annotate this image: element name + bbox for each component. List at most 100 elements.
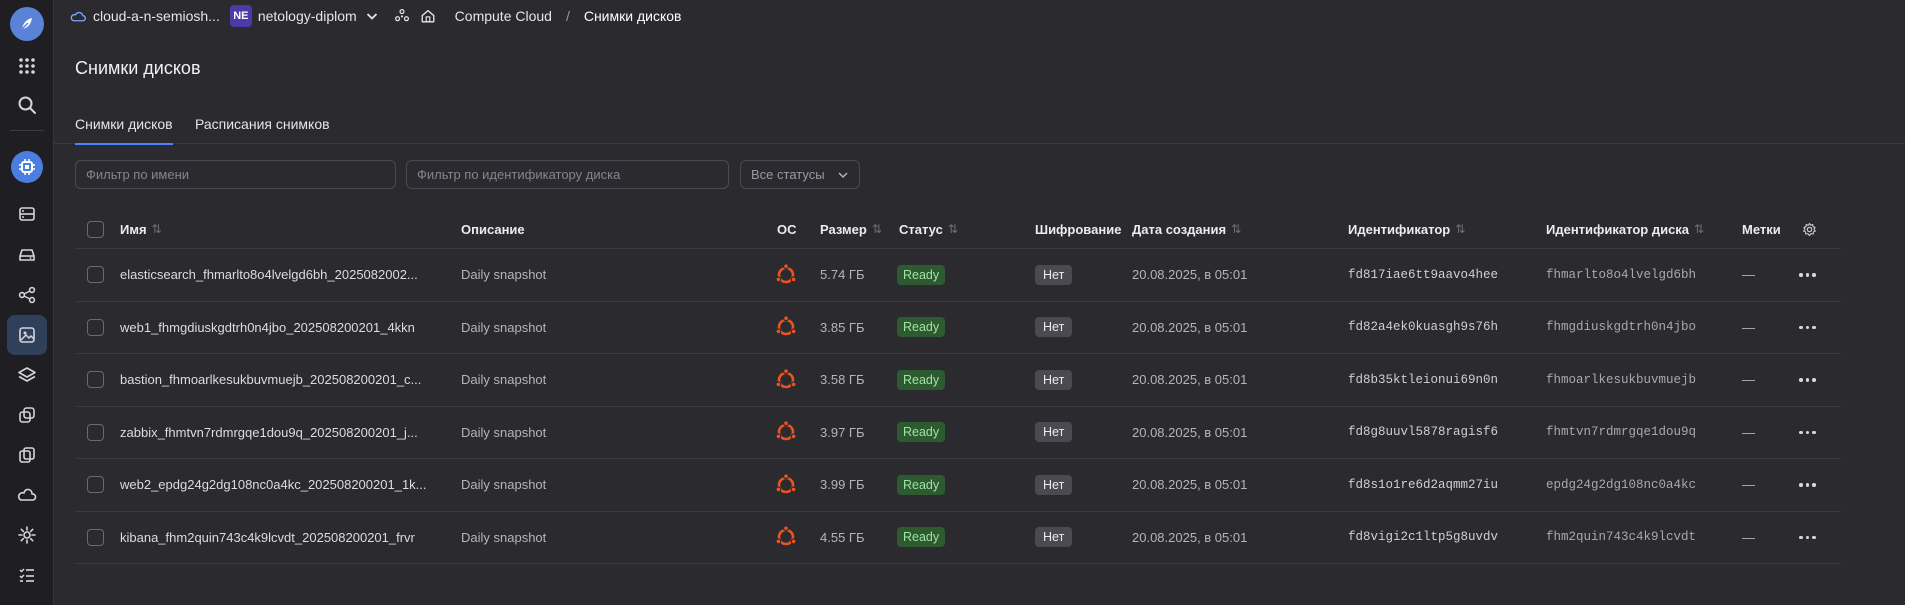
encryption-badge: Нет — [1035, 317, 1073, 338]
nav-snapshots[interactable] — [7, 315, 47, 355]
row-actions-button[interactable] — [1799, 249, 1816, 301]
snapshot-disk-id[interactable]: epdg24g2dg108nc0a4kc — [1546, 459, 1696, 511]
encryption-cell: Нет — [1035, 512, 1073, 564]
nav-file-storages[interactable] — [7, 435, 47, 475]
disk-id-filter-field[interactable] — [406, 160, 729, 189]
snapshot-id[interactable]: fd8g8uuvl5878ragisf6 — [1348, 407, 1498, 459]
row-actions-button[interactable] — [1799, 459, 1816, 511]
encryption-badge: Нет — [1035, 527, 1073, 548]
snapshot-id[interactable]: fd82a4ek0kuasgh9s76h — [1348, 302, 1498, 354]
encryption-badge: Нет — [1035, 422, 1073, 443]
table-row[interactable]: zabbix_fhmtvn7rdmrgqe1dou9q_202508200201… — [75, 407, 1841, 459]
name-filter-field[interactable] — [75, 160, 396, 189]
column-settings-button[interactable] — [1802, 210, 1817, 248]
col-disk-id[interactable]: Идентификатор диска ⇅ — [1546, 210, 1704, 248]
col-status[interactable]: Статус ⇅ — [899, 210, 958, 248]
breadcrumb-compute-cloud[interactable]: Compute Cloud — [455, 8, 552, 24]
home-logo-button[interactable] — [7, 4, 47, 44]
more-horizontal-icon — [1799, 535, 1816, 539]
snapshot-name[interactable]: web1_fhmgdiuskgdtrh0n4jbo_202508200201_4… — [120, 302, 415, 354]
snapshot-id[interactable]: fd817iae6tt9aavo4hee — [1348, 249, 1498, 301]
snapshot-disk-id[interactable]: fhmgdiuskgdtrh0n4jbo — [1546, 302, 1696, 354]
col-size[interactable]: Размер ⇅ — [820, 210, 882, 248]
snapshot-disk-id[interactable]: fhmarlto8o4lvelgd6bh — [1546, 249, 1696, 301]
col-created[interactable]: Дата создания ⇅ — [1132, 210, 1241, 248]
snapshot-name[interactable]: kibana_fhm2quin743c4k9lcvdt_202508200201… — [120, 512, 415, 564]
nav-disks[interactable] — [7, 235, 47, 275]
col-name[interactable]: Имя ⇅ — [120, 210, 162, 248]
nav-placement-groups[interactable] — [7, 275, 47, 315]
snapshot-labels: — — [1742, 267, 1755, 283]
snapshot-disk-id[interactable]: fhmtvn7rdmrgqe1dou9q — [1546, 407, 1696, 459]
row-checkbox[interactable] — [87, 528, 104, 546]
snapshot-size: 3.97 ГБ — [820, 424, 865, 440]
all-services-button[interactable] — [7, 46, 47, 86]
compute-cloud-service-button[interactable] — [7, 147, 47, 187]
row-checkbox[interactable] — [87, 318, 104, 336]
row-actions-button[interactable] — [1799, 354, 1816, 406]
status-badge: Ready — [897, 422, 946, 443]
row-checkbox[interactable] — [87, 371, 104, 389]
search-button[interactable] — [7, 85, 47, 125]
chevron-down-icon[interactable] — [365, 9, 379, 23]
status-cell: Ready — [897, 459, 946, 511]
snapshot-name[interactable]: elasticsearch_fhmarlto8o4lvelgd6bh_20250… — [120, 249, 418, 301]
nav-virtual-machines[interactable] — [7, 194, 47, 234]
table-row[interactable]: kibana_fhm2quin743c4k9lcvdt_202508200201… — [75, 512, 1841, 564]
name-filter-input[interactable] — [86, 167, 385, 182]
row-checkbox[interactable] — [87, 476, 104, 494]
snapshot-id[interactable]: fd8b35ktleionui69n0n — [1348, 354, 1498, 406]
more-horizontal-icon — [1799, 378, 1816, 382]
chevron-down-icon — [838, 172, 848, 179]
nav-images[interactable] — [7, 355, 47, 395]
table-row[interactable]: bastion_fhmoarlkesukbuvmuejb_20250820020… — [75, 354, 1841, 407]
folder-name[interactable]: netology-diplom — [258, 8, 357, 24]
col-labels-label: Метки — [1742, 221, 1781, 237]
encryption-badge: Нет — [1035, 264, 1073, 285]
snapshot-id[interactable]: fd8s1o1re6d2aqmm27iu — [1348, 459, 1498, 511]
nav-operations[interactable] — [7, 555, 47, 595]
table-row[interactable]: elasticsearch_fhmarlto8o4lvelgd6bh_20250… — [75, 249, 1841, 302]
home-button[interactable] — [419, 7, 437, 25]
status-badge: Ready — [897, 369, 946, 390]
image-icon — [19, 327, 35, 343]
snapshot-name[interactable]: web2_epdg24g2dg108nc0a4kc_202508200201_1… — [120, 459, 427, 511]
row-checkbox[interactable] — [87, 423, 104, 441]
snapshot-size: 3.99 ГБ — [820, 477, 865, 493]
col-description-label: Описание — [461, 221, 525, 237]
status-cell: Ready — [897, 407, 946, 459]
encryption-cell: Нет — [1035, 249, 1073, 301]
table-header: Имя ⇅ Описание ОС Размер ⇅ Статус ⇅ Шифр… — [75, 210, 1841, 249]
ubuntu-icon — [775, 315, 797, 336]
disk-id-filter-input[interactable] — [417, 167, 718, 182]
col-id-label: Идентификатор — [1348, 221, 1451, 237]
layers-icon — [18, 367, 36, 382]
table-row[interactable]: web2_epdg24g2dg108nc0a4kc_202508200201_1… — [75, 459, 1841, 512]
select-all-checkbox[interactable] — [87, 220, 104, 238]
cloud-selector[interactable]: cloud-a-n-semiosh... — [70, 8, 220, 25]
col-id[interactable]: Идентификатор ⇅ — [1348, 210, 1465, 248]
row-actions-button[interactable] — [1799, 512, 1816, 564]
row-actions-button[interactable] — [1799, 302, 1816, 354]
snapshot-size: 3.58 ГБ — [820, 372, 865, 388]
snapshot-name[interactable]: bastion_fhmoarlkesukbuvmuejb_20250820020… — [120, 354, 421, 406]
row-checkbox[interactable] — [87, 266, 104, 284]
snapshot-disk-id[interactable]: fhmoarlkesukbuvmuejb — [1546, 354, 1696, 406]
rail-divider — [10, 130, 44, 131]
status-select[interactable]: Все статусы — [740, 160, 860, 189]
services-map-button[interactable] — [393, 7, 411, 25]
snapshot-name[interactable]: zabbix_fhmtvn7rdmrgqe1dou9q_202508200201… — [120, 407, 418, 459]
nav-dedicated-hosts[interactable] — [7, 515, 47, 555]
tab-snapshot-schedules[interactable]: Расписания снимков — [195, 104, 330, 144]
nav-gpu-clusters[interactable] — [7, 475, 47, 515]
table-row[interactable]: web1_fhmgdiuskgdtrh0n4jbo_202508200201_4… — [75, 302, 1841, 354]
nav-instance-groups[interactable] — [7, 395, 47, 435]
snapshot-id[interactable]: fd8vigi2c1ltp5g8uvdv — [1348, 512, 1498, 564]
status-cell: Ready — [897, 302, 946, 354]
col-name-label: Имя — [120, 221, 147, 237]
sort-icon: ⇅ — [947, 222, 958, 236]
row-actions-button[interactable] — [1799, 407, 1816, 459]
row-select-cell — [87, 354, 104, 406]
snapshot-disk-id[interactable]: fhm2quin743c4k9lcvdt — [1546, 512, 1696, 564]
tab-snapshots[interactable]: Снимки дисков — [75, 104, 173, 145]
